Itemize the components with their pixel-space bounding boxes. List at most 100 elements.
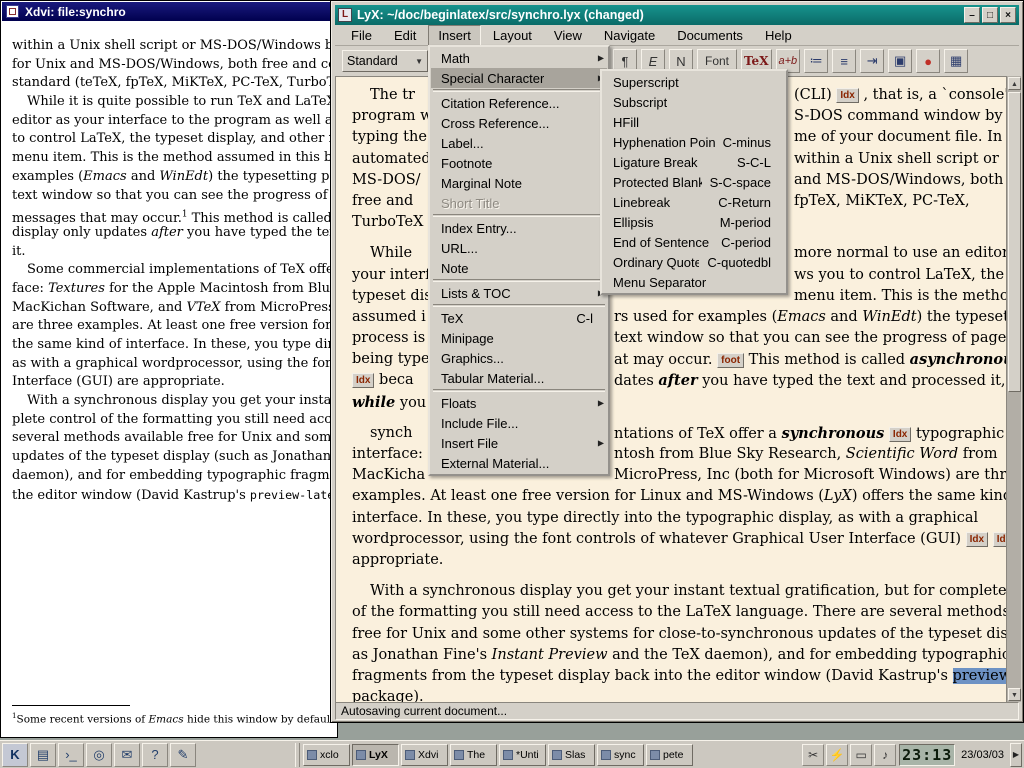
task-button[interactable]: LyX xyxy=(352,744,399,766)
scrollbar-thumb[interactable] xyxy=(1008,92,1021,392)
menu-item[interactable]: ▶ xyxy=(433,389,605,392)
menu-item[interactable]: Menu Separator ▶ xyxy=(603,272,785,292)
menu-item[interactable]: Special Character ▶ xyxy=(431,68,607,88)
menu-item[interactable]: Minipage ▶ xyxy=(431,328,607,348)
enumerate-icon[interactable]: ≡ xyxy=(832,49,856,73)
panel-hide-arrow[interactable]: ▶ xyxy=(1010,743,1022,767)
menubar-item[interactable]: File xyxy=(341,25,382,46)
menu-item[interactable]: Graphics... ▶ xyxy=(431,348,607,368)
task-window-icon xyxy=(552,750,562,760)
menu-item[interactable]: Short Title ▶ xyxy=(431,193,607,213)
float-icon[interactable]: ▣ xyxy=(888,49,912,73)
kmail-icon[interactable]: ✉ xyxy=(114,743,140,767)
menu-item[interactable]: Ligature Break S-C-L ▶ xyxy=(603,152,785,172)
menu-item[interactable]: Protected Blank S-C-space ▶ xyxy=(603,172,785,192)
menubar-item[interactable]: Help xyxy=(755,25,802,46)
task-window-icon xyxy=(503,750,513,760)
lyx-vertical-scrollbar[interactable]: ▲ ▼ xyxy=(1006,76,1021,702)
table-icon[interactable]: ▦ xyxy=(944,49,968,73)
menu-item[interactable]: Subscript ▶ xyxy=(603,92,785,112)
menu-item[interactable]: Citation Reference... ▶ xyxy=(431,93,607,113)
close-button[interactable]: × xyxy=(1000,7,1016,23)
editor-icon[interactable]: ✎ xyxy=(170,743,196,767)
menu-item[interactable]: Ordinary Quote C-quotedbl ▶ xyxy=(603,252,785,272)
task-button[interactable]: *Unti xyxy=(499,744,546,766)
menu-item[interactable]: Footnote ▶ xyxy=(431,153,607,173)
task-window-icon xyxy=(405,750,415,760)
task-button[interactable]: pete xyxy=(646,744,693,766)
xdvi-text-line: the editor window (David Kastrup's previ… xyxy=(12,486,336,505)
scroll-down-arrow[interactable]: ▼ xyxy=(1008,688,1021,701)
menu-item[interactable]: Floats ▶ xyxy=(431,393,607,413)
konsole-icon[interactable]: ›_ xyxy=(58,743,84,767)
submenu-arrow-icon: ▶ xyxy=(598,54,604,63)
menu-item[interactable]: Hyphenation Point C-minus ▶ xyxy=(603,132,785,152)
konqueror-icon[interactable]: ◎ xyxy=(86,743,112,767)
taskbar-date[interactable]: 23/03/03 xyxy=(958,749,1007,761)
menu-item[interactable]: ▶ xyxy=(433,214,605,217)
taskbar-handle[interactable] xyxy=(295,743,300,767)
menu-item[interactable]: URL... ▶ xyxy=(431,238,607,258)
menu-item[interactable]: Cross Reference... ▶ xyxy=(431,113,607,133)
scroll-up-arrow[interactable]: ▲ xyxy=(1008,77,1021,90)
klipper-icon[interactable]: ✂ xyxy=(802,744,824,766)
footnote-rule xyxy=(12,705,130,706)
melt-icon[interactable]: ● xyxy=(916,49,940,73)
menu-item[interactable]: Ellipsis M-period ▶ xyxy=(603,212,785,232)
menu-item[interactable]: External Material... ▶ xyxy=(431,453,607,473)
menubar-item[interactable]: Insert xyxy=(428,25,481,46)
menu-item[interactable]: Tabular Material... ▶ xyxy=(431,368,607,388)
menu-item[interactable]: Marginal Note ▶ xyxy=(431,173,607,193)
menubar-item[interactable]: Navigate xyxy=(594,25,665,46)
xdvi-text-line: MacKichan Software, and VTeX from MicroP… xyxy=(12,299,336,318)
help-icon[interactable]: ? xyxy=(142,743,168,767)
xdvi-text-line: several methods available free for Unix … xyxy=(12,429,336,448)
power-icon[interactable]: ⚡ xyxy=(826,744,848,766)
combo-arrow-icon: ▼ xyxy=(415,57,423,66)
menubar-item[interactable]: Layout xyxy=(483,25,542,46)
document-line: wordprocessor, using the font controls o… xyxy=(336,529,1006,550)
volume-icon[interactable]: ♪ xyxy=(874,744,896,766)
task-button[interactable]: xclo xyxy=(303,744,350,766)
menu-item[interactable]: Lists & TOC ▶ xyxy=(431,283,607,303)
task-button[interactable]: Slas xyxy=(548,744,595,766)
display-icon[interactable]: ▭ xyxy=(850,744,872,766)
menu-item[interactable]: Label... ▶ xyxy=(431,133,607,153)
task-button[interactable]: Xdvi xyxy=(401,744,448,766)
menu-item[interactable]: Linebreak C-Return ▶ xyxy=(603,192,785,212)
document-line: as Jonathan Fine's Instant Preview and t… xyxy=(336,645,1006,666)
xdvi-text-line: messages that may occur.1 This method is… xyxy=(12,205,336,224)
menu-item[interactable]: ▶ xyxy=(433,304,605,307)
taskbar: K▤›_◎✉?✎ xclo LyX Xdvi The *Unti xyxy=(0,740,1024,768)
menu-item[interactable]: Note ▶ xyxy=(431,258,607,278)
kmenu-icon[interactable]: K xyxy=(2,743,28,767)
menu-item[interactable]: Index Entry... ▶ xyxy=(431,218,607,238)
menu-item[interactable]: Superscript ▶ xyxy=(603,72,785,92)
menu-item[interactable]: End of Sentence C-period ▶ xyxy=(603,232,785,252)
xdvi-text-line: menu item. This is the method assumed in… xyxy=(12,149,336,168)
depth-icon[interactable]: ⇥ xyxy=(860,49,884,73)
xdvi-titlebar[interactable]: Xdvi: file:synchro xyxy=(2,2,336,21)
menubar-item[interactable]: View xyxy=(544,25,592,46)
maximize-button[interactable]: □ xyxy=(982,7,998,23)
task-button[interactable]: sync xyxy=(597,744,644,766)
lyx-titlebar[interactable]: LyX: ~/doc/beginlatex/src/synchro.lyx (c… xyxy=(335,5,1019,25)
menubar-item[interactable]: Documents xyxy=(667,25,753,46)
menu-item[interactable]: HFill ▶ xyxy=(603,112,785,132)
minimize-button[interactable]: – xyxy=(964,7,980,23)
menu-item[interactable]: ▶ xyxy=(433,279,605,282)
menubar-item[interactable]: Edit xyxy=(384,25,426,46)
taskbar-launchers: K▤›_◎✉?✎ xyxy=(2,743,196,767)
menu-item[interactable]: TeX C-l ▶ xyxy=(431,308,607,328)
document-line: of the formatting you still need access … xyxy=(336,602,1006,623)
task-button[interactable]: The xyxy=(450,744,497,766)
taskbar-clock[interactable]: 23:13 xyxy=(899,744,955,766)
xdvi-page[interactable]: within a Unix shell script or MS-DOS/Win… xyxy=(2,21,336,736)
show-desktop-icon[interactable]: ▤ xyxy=(30,743,56,767)
itemize-icon[interactable]: ≔ xyxy=(804,49,828,73)
menu-item[interactable]: ▶ xyxy=(433,89,605,92)
menu-item[interactable]: Math ▶ xyxy=(431,48,607,68)
menu-item[interactable]: Include File... ▶ xyxy=(431,413,607,433)
menu-item[interactable]: Insert File ▶ xyxy=(431,433,607,453)
layout-combo[interactable]: Standard ▼ xyxy=(342,50,428,72)
